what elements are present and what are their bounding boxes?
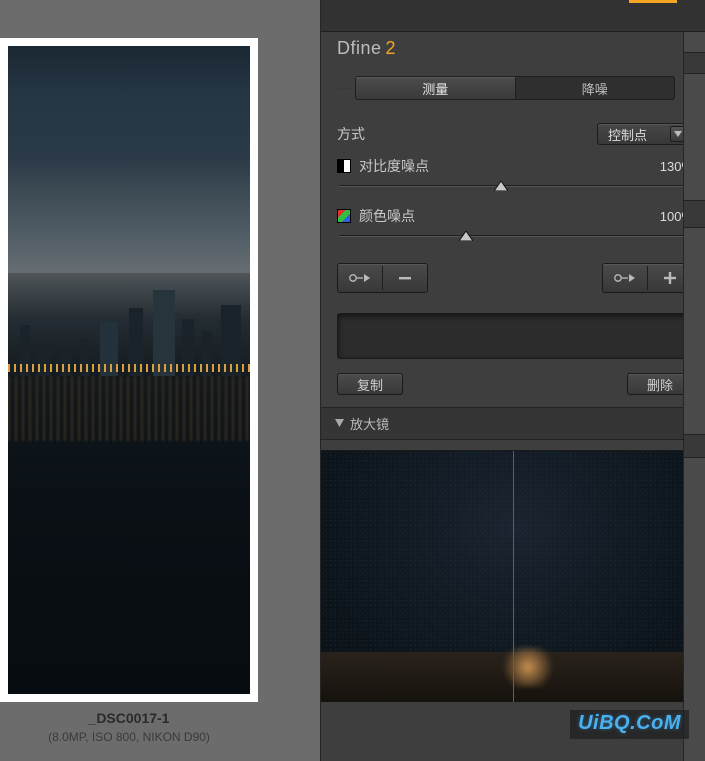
contrast-noise-slider[interactable] — [339, 185, 691, 187]
loupe-preview[interactable] — [321, 450, 705, 702]
copy-button[interactable]: 复制 — [337, 373, 403, 395]
watermark: UiBQ.CoM — [570, 710, 689, 739]
control-point-minus-tool[interactable] — [337, 263, 428, 293]
image-preview[interactable] — [8, 46, 250, 694]
method-label: 方式 — [337, 124, 365, 144]
app-title: Dfine2 — [321, 32, 705, 69]
loupe-section-header[interactable]: 放大镜 — [321, 407, 705, 440]
left-preview-pane: _DSC0017-1 (8.0MP, ISO 800, NIKON D90) — [0, 0, 310, 761]
method-dropdown[interactable]: 控制点 — [597, 123, 693, 145]
image-metadata: (8.0MP, ISO 800, NIKON D90) — [0, 730, 258, 744]
settings-panel: Dfine2 测量 降噪 方式 控制点 对比 — [320, 0, 705, 761]
image-filename: _DSC0017-1 — [0, 710, 258, 726]
tab-reduce[interactable]: 降噪 — [515, 77, 675, 99]
image-preview-frame — [0, 38, 258, 702]
loupe-title: 放大镜 — [350, 414, 389, 433]
disclosure-triangle-icon — [335, 416, 344, 431]
mode-tabs: 测量 降噪 — [337, 73, 693, 103]
color-noise-label: 颜色噪点 — [359, 206, 415, 226]
active-tab-indicator — [629, 0, 677, 3]
control-point-list[interactable] — [337, 313, 693, 359]
eyedropper-icon[interactable] — [340, 266, 380, 290]
eyedropper-icon[interactable] — [605, 266, 645, 290]
color-swatch-icon — [337, 209, 351, 223]
tab-measure[interactable]: 测量 — [356, 77, 515, 99]
control-point-plus-tool[interactable] — [602, 263, 693, 293]
panel-top-bar — [321, 0, 705, 32]
slider-thumb-icon[interactable] — [459, 229, 473, 239]
minus-icon[interactable] — [385, 266, 425, 290]
method-selected-value: 控制点 — [608, 125, 647, 144]
panel-scroll-rail[interactable] — [683, 32, 705, 761]
color-noise-slider[interactable] — [339, 235, 691, 237]
contrast-noise-label: 对比度噪点 — [359, 156, 429, 176]
contrast-swatch-icon — [337, 159, 351, 173]
slider-thumb-icon[interactable] — [494, 179, 508, 189]
before-after-divider[interactable] — [513, 451, 514, 702]
